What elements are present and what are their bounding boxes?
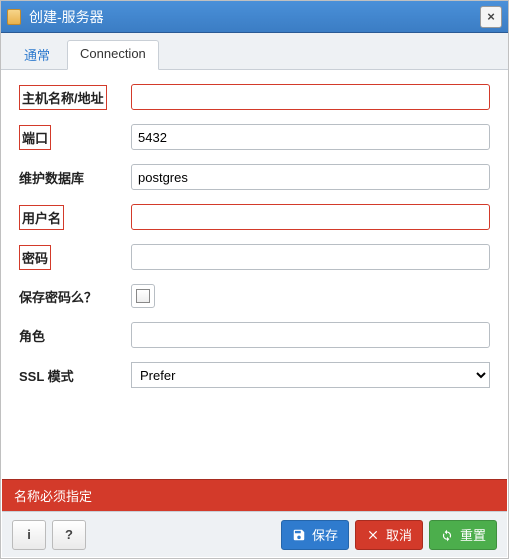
- maintdb-label: 维护数据库: [19, 171, 84, 186]
- help-button[interactable]: ?: [52, 520, 86, 550]
- info-icon: i: [27, 527, 31, 542]
- savepw-checkbox[interactable]: [131, 284, 155, 308]
- save-icon: [292, 528, 306, 542]
- checkbox-icon: [136, 289, 150, 303]
- role-input[interactable]: [131, 322, 490, 348]
- info-button[interactable]: i: [12, 520, 46, 550]
- server-icon: [7, 9, 21, 25]
- cancel-button[interactable]: 取消: [355, 520, 423, 550]
- user-label: 用户名: [19, 205, 64, 230]
- save-button-label: 保存: [312, 525, 338, 544]
- maintdb-input[interactable]: [131, 164, 490, 190]
- role-label: 角色: [19, 329, 45, 344]
- user-input[interactable]: [131, 204, 490, 230]
- reset-button-label: 重置: [460, 525, 486, 544]
- reset-button[interactable]: 重置: [429, 520, 497, 550]
- titlebar: 创建-服务器 ×: [1, 1, 508, 33]
- close-button[interactable]: ×: [480, 6, 502, 28]
- save-button[interactable]: 保存: [281, 520, 349, 550]
- close-icon: ×: [487, 9, 495, 24]
- cancel-button-label: 取消: [386, 525, 412, 544]
- dialog-title: 创建-服务器: [29, 7, 480, 27]
- sslmode-label: SSL 模式: [19, 369, 74, 384]
- port-label: 端口: [19, 125, 51, 150]
- close-icon: [366, 528, 380, 542]
- host-label: 主机名称/地址: [19, 85, 107, 110]
- password-label: 密码: [19, 245, 51, 270]
- savepw-label: 保存密码么？: [19, 290, 97, 305]
- password-input[interactable]: [131, 244, 490, 270]
- port-input[interactable]: [131, 124, 490, 150]
- tab-connection[interactable]: Connection: [67, 40, 159, 70]
- host-input[interactable]: [131, 84, 490, 110]
- sslmode-select[interactable]: Prefer: [131, 362, 490, 388]
- error-message: 名称必须指定: [2, 479, 507, 511]
- form-connection: 主机名称/地址 端口 维护数据库 用户名 密码 保存密码么？: [1, 70, 508, 470]
- tabs: 通常 Connection: [1, 33, 508, 70]
- recycle-icon: [440, 528, 454, 542]
- tab-general[interactable]: 通常: [11, 39, 63, 69]
- help-icon: ?: [65, 527, 73, 542]
- footer: i ? 保存 取消 重置: [2, 511, 507, 557]
